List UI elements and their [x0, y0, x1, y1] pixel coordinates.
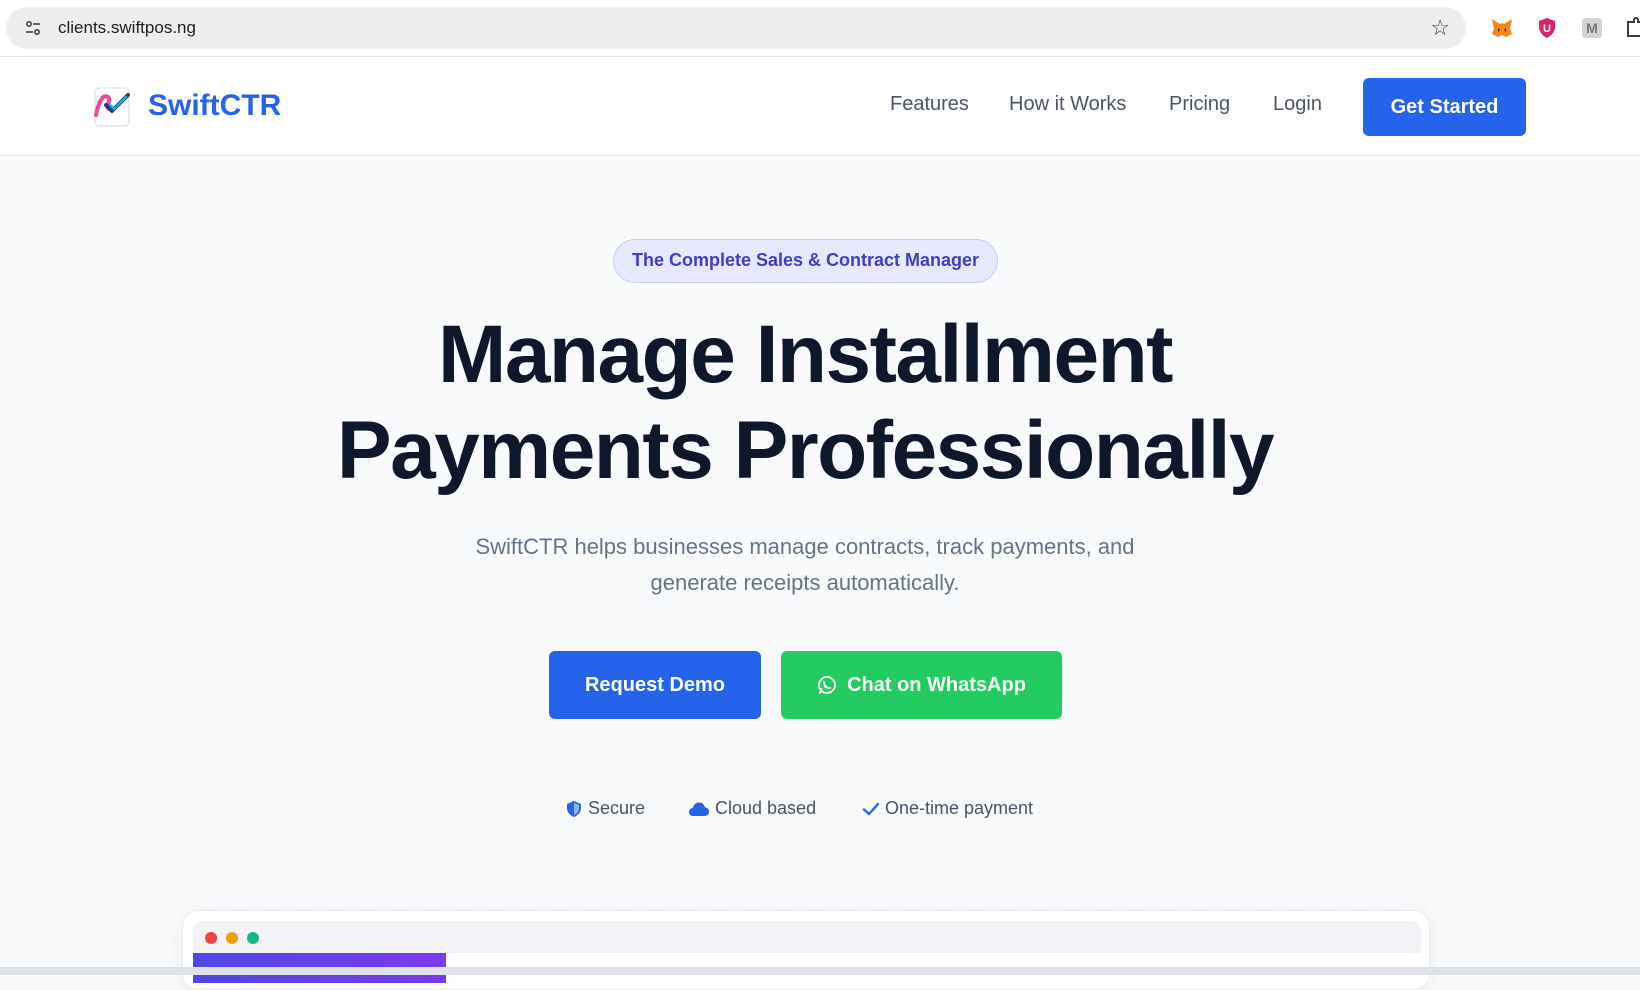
- tagline-pill: The Complete Sales & Contract Manager: [613, 239, 998, 283]
- whatsapp-icon: [818, 676, 836, 694]
- request-demo-button[interactable]: Request Demo: [549, 651, 761, 719]
- browser-bottom-edge: [0, 967, 1640, 975]
- address-bar[interactable]: clients.swiftpos.ng ☆: [6, 7, 1466, 49]
- hero-subtext: SwiftCTR helps businesses manage contrac…: [430, 529, 1180, 601]
- bookmark-star-icon[interactable]: ☆: [1430, 15, 1450, 41]
- feature-payment-label: One-time payment: [885, 798, 1034, 818]
- swiftctr-logo-icon: [94, 87, 130, 127]
- check-icon: [862, 802, 880, 815]
- hero-headline: Manage Installment Payments Professional…: [0, 307, 1610, 499]
- site-header: SwiftCTR Features How it Works Pricing L…: [0, 57, 1640, 156]
- yellow-dot-icon: [226, 932, 238, 944]
- whatsapp-button-label: Chat on WhatsApp: [847, 673, 1026, 696]
- svg-text:U: U: [1543, 23, 1551, 35]
- feature-secure: Secure: [565, 798, 645, 819]
- subtext-line-2: generate receipts automatically.: [650, 570, 960, 595]
- nav-login-link[interactable]: Login: [1273, 93, 1322, 116]
- ublock-extension-icon[interactable]: U: [1535, 16, 1559, 40]
- brand-name: SwiftCTR: [148, 89, 282, 122]
- feature-one-time-payment: One-time payment: [862, 798, 1033, 819]
- preview-titlebar: [193, 921, 1421, 953]
- get-started-button[interactable]: Get Started: [1363, 78, 1526, 136]
- app-preview-window: [182, 910, 1430, 990]
- metamask-extension-icon[interactable]: [1490, 16, 1514, 40]
- shield-icon: [567, 800, 581, 817]
- nav-pricing-link[interactable]: Pricing: [1169, 93, 1230, 116]
- feature-cloud: Cloud based: [688, 798, 816, 819]
- subtext-line-1: SwiftCTR helps businesses manage contrac…: [475, 534, 1135, 559]
- cloud-icon: [689, 802, 709, 816]
- site-settings-icon[interactable]: [24, 19, 42, 37]
- headline-line-2: Payments Professionally: [336, 405, 1275, 496]
- browser-toolbar: clients.swiftpos.ng ☆ U M: [0, 0, 1640, 57]
- red-dot-icon: [205, 932, 217, 944]
- extensions-puzzle-icon[interactable]: [1624, 16, 1640, 40]
- svg-text:M: M: [1586, 20, 1598, 36]
- brand-logo-link[interactable]: SwiftCTR: [90, 83, 281, 129]
- url-text[interactable]: clients.swiftpos.ng: [58, 18, 196, 38]
- feature-secure-label: Secure: [588, 798, 646, 818]
- m-extension-icon[interactable]: M: [1580, 16, 1604, 40]
- hero-section: The Complete Sales & Contract Manager Ma…: [0, 157, 1640, 975]
- chat-whatsapp-button[interactable]: Chat on WhatsApp: [781, 651, 1062, 719]
- feature-cloud-label: Cloud based: [715, 798, 817, 818]
- headline-line-1: Manage Installment: [438, 309, 1173, 400]
- nav-how-it-works-link[interactable]: How it Works: [1009, 93, 1126, 116]
- green-dot-icon: [247, 932, 259, 944]
- nav-features-link[interactable]: Features: [890, 93, 969, 116]
